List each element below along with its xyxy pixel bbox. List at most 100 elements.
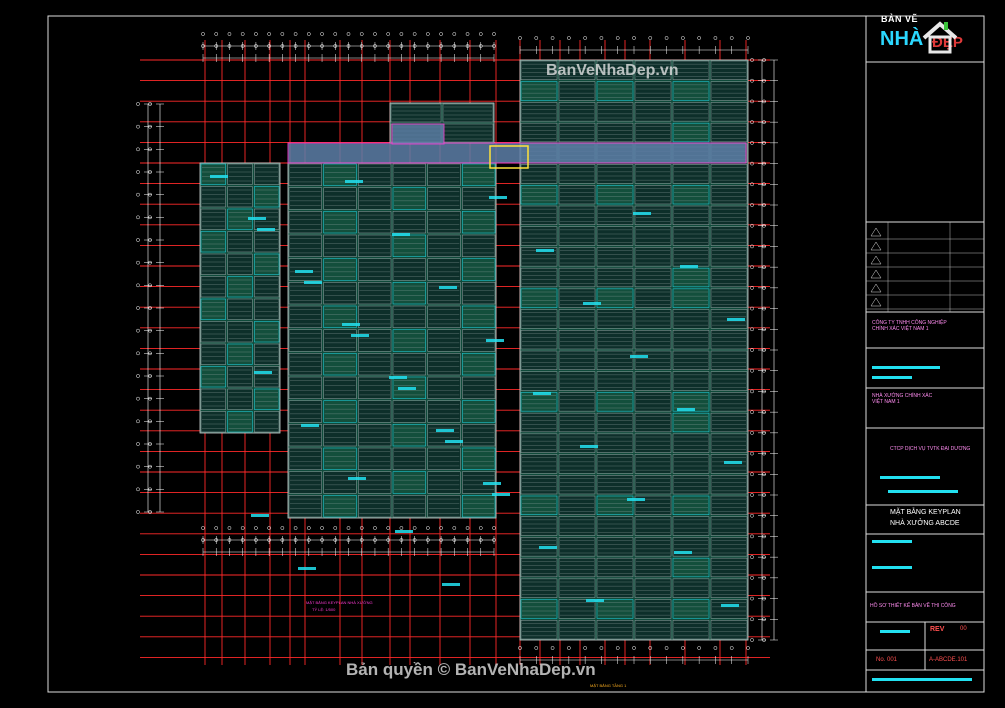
title-block-field [880,476,940,479]
panel [710,185,748,205]
panel [462,211,496,234]
area-tag [348,477,366,480]
panel [558,330,596,350]
panel [358,187,392,210]
panel [520,392,558,412]
panel [672,599,710,619]
area-tag [298,567,316,570]
panel [634,371,672,391]
panel [392,400,426,423]
panel [558,350,596,370]
area-tag [680,265,698,268]
panel [710,60,748,80]
panel [442,103,494,123]
panel [200,276,226,298]
panel [288,329,322,352]
title-block-field [888,490,958,493]
panel [558,226,596,246]
panel [710,516,748,536]
panel [392,211,426,234]
panel [200,253,226,275]
panel [520,288,558,308]
panel [323,447,357,470]
panel [634,330,672,350]
title-block-field [872,540,912,543]
logo-top-text: BẢN VẼ [881,14,919,24]
panel [392,329,426,352]
panel [596,620,634,640]
panel [596,599,634,619]
area-tag [436,429,454,432]
panel [323,376,357,399]
panel [392,187,426,210]
panel [427,258,461,281]
panel [227,253,253,275]
panel [672,267,710,288]
panel [634,392,672,412]
area-tag [677,408,695,411]
area-tag [304,281,322,284]
panel [254,321,280,343]
client-name: CÔNG TY TNHH CÔNG NGHIỆP CHÍNH XÁC VIỆT … [872,320,947,332]
panel [596,392,634,412]
panel [254,253,280,275]
panel [392,424,426,447]
logo-main-text: NHÀ [880,28,924,50]
panel [596,205,634,225]
panel [358,258,392,281]
panel [462,353,496,376]
panel [358,495,392,518]
panel [558,81,596,101]
panel [558,495,596,515]
area-tag [627,498,645,501]
panel [596,557,634,578]
panel [558,412,596,433]
panel [358,329,392,352]
panel [634,620,672,640]
panel [288,234,322,257]
panel [596,537,634,557]
panel [520,226,558,246]
panel [596,516,634,536]
panel [710,267,748,288]
panel [634,599,672,619]
panel [634,475,672,495]
panel [596,330,634,350]
panel [427,495,461,518]
sheet-title-line-2: NHÀ XƯỞNG ABCDE [890,520,960,527]
panel [710,122,748,143]
area-tag [633,212,651,215]
panel [710,433,748,453]
panel [710,205,748,225]
panel [227,343,253,365]
panel [596,288,634,308]
panel [227,366,253,388]
panel [634,81,672,101]
panel [672,288,710,308]
panel [520,516,558,536]
panel [520,371,558,391]
panel [462,305,496,328]
panel [442,123,494,143]
area-tag [345,180,363,183]
panel [520,185,558,205]
panel [254,231,280,253]
panel [254,388,280,410]
panel [558,433,596,453]
design-stage: HỒ SƠ THIẾT KẾ BẢN VẼ THI CÔNG [870,603,956,609]
building-left-block [199,102,497,519]
panel [323,400,357,423]
panel [634,350,672,370]
panel [288,258,322,281]
panel [323,211,357,234]
panel [634,309,672,329]
panel [520,330,558,350]
title-block-field [872,678,972,681]
panel [710,392,748,412]
panel [520,267,558,288]
panel [672,412,710,433]
panel [672,330,710,350]
panel [710,599,748,619]
panel [596,412,634,433]
panel [672,122,710,143]
